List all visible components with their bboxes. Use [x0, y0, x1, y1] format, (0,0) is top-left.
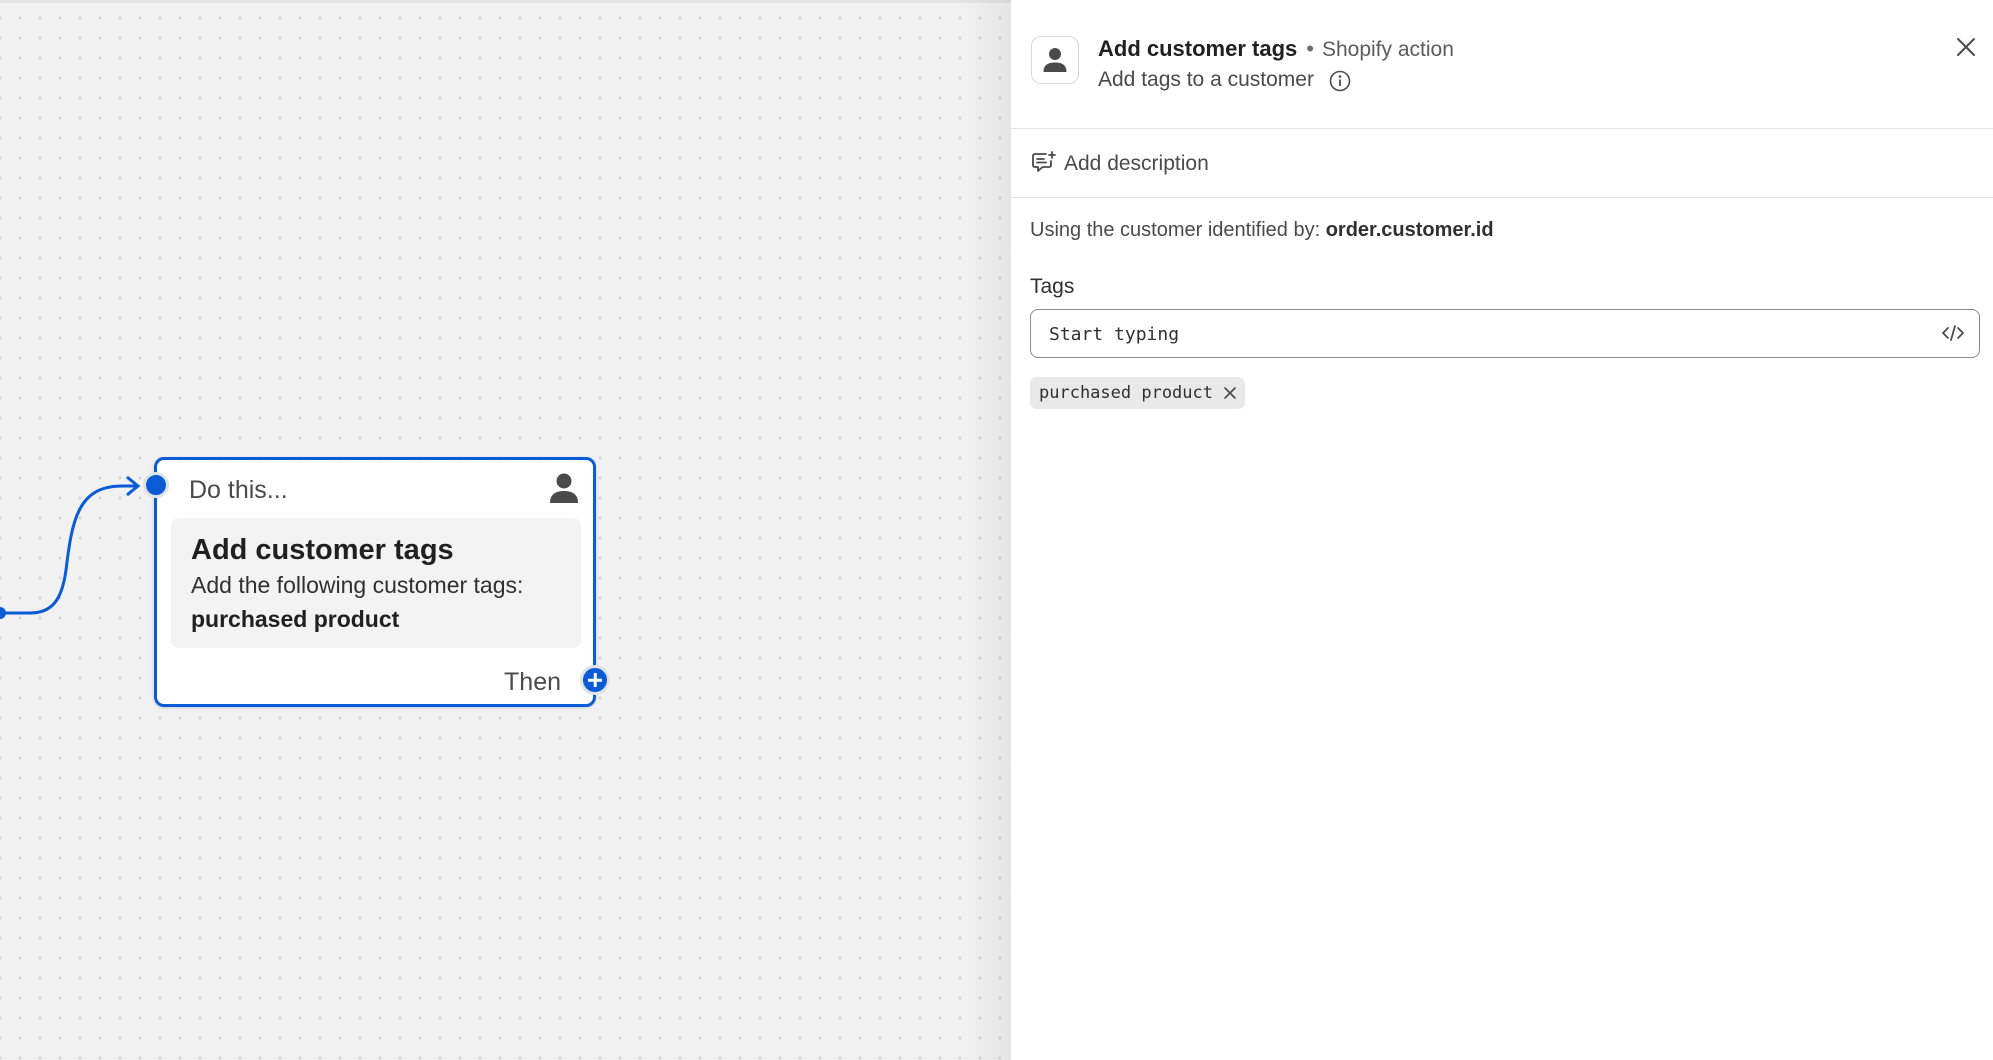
close-icon[interactable]: [1955, 36, 1977, 63]
panel-title: Add customer tags: [1098, 36, 1298, 61]
code-icon[interactable]: [1941, 323, 1965, 348]
panel-source: Shopify action: [1321, 38, 1454, 61]
tags-input[interactable]: [1047, 310, 1911, 358]
identifier-value: order.customer.id: [1325, 219, 1494, 241]
title-separator: •: [1306, 36, 1314, 61]
action-panel: Add customer tags • Shopify action Add tag…: [1011, 0, 1993, 1060]
node-then-label: Then: [504, 668, 561, 696]
close-icon[interactable]: [1223, 386, 1237, 400]
panel-subtitle: Add tags to a customer: [1098, 68, 1314, 91]
tags-field[interactable]: [1030, 309, 1980, 358]
workflow-connector: [0, 475, 141, 619]
comment-edit-icon: [1031, 151, 1057, 180]
info-icon[interactable]: [1329, 70, 1351, 97]
tag-chip-label: purchased product: [1039, 383, 1213, 403]
panel-title-row: Add customer tags • Shopify action: [1098, 36, 1454, 62]
action-node[interactable]: Do this... Add customer tags Add the fol…: [143, 457, 610, 707]
person-icon: [1031, 36, 1079, 84]
panel-shadow: [961, 0, 1011, 1060]
workflow-canvas[interactable]: Do this... Add customer tags Add the fol…: [0, 0, 1011, 1060]
node-body: Add customer tags Add the following cust…: [171, 518, 581, 648]
tag-chip: purchased product: [1030, 377, 1245, 409]
identifier-prefix: Using the customer identified by:: [1030, 219, 1321, 241]
panel-header: Add customer tags • Shopify action Add tag…: [1011, 0, 1993, 129]
node-input-handle[interactable]: [143, 472, 169, 498]
add-description-button[interactable]: Add description: [1064, 152, 1209, 176]
node-tag-value: purchased product: [191, 606, 400, 632]
node-description: Add the following customer tags:: [191, 572, 524, 598]
node-title: Add customer tags: [191, 534, 454, 566]
add-step-button[interactable]: [580, 665, 610, 695]
person-icon: [549, 472, 579, 509]
customer-identifier: Using the customer identified by: order.…: [1030, 219, 1494, 242]
tags-label: Tags: [1030, 275, 1075, 298]
add-description-row[interactable]: Add description: [1011, 129, 1993, 198]
node-header: Do this...: [189, 476, 288, 504]
